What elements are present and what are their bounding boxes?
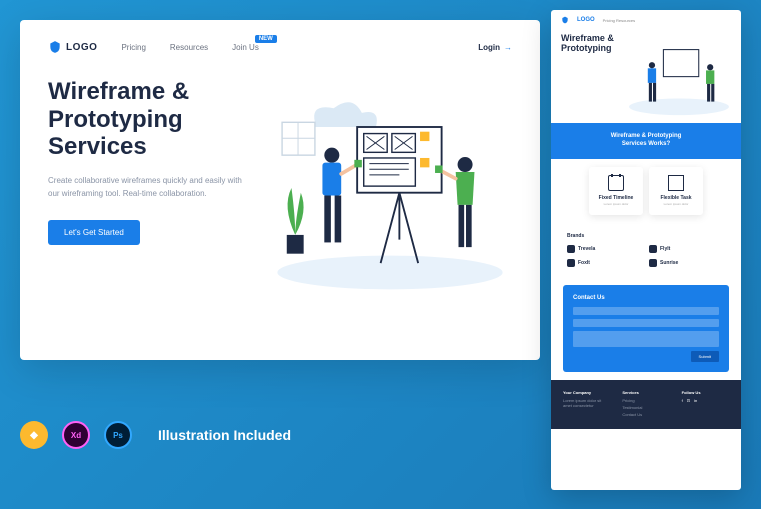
pv-card-title: Flexible Task <box>657 195 695 201</box>
nav-resources[interactable]: Resources <box>170 43 208 52</box>
login-label: Login <box>478 43 500 52</box>
pv-header: LOGO Pricing Resources <box>551 10 741 30</box>
pv-brands: Brands Trevela FlyIt FoxIt Sunrise <box>551 223 741 277</box>
layers-icon <box>668 175 684 191</box>
sketch-icon: ◆ <box>20 421 48 449</box>
instagram-icon[interactable]: ⊡ <box>687 398 690 403</box>
pv-brand-item: FlyIt <box>649 245 725 253</box>
pv-card-flexible: Flexible Task Lorem ipsum dolor <box>649 167 703 215</box>
nav-pricing[interactable]: Pricing <box>121 43 145 52</box>
logo[interactable]: LOGO <box>48 40 97 54</box>
pv-brands-title: Brands <box>567 233 725 239</box>
pv-contact-form: Contact Us Submit <box>563 285 729 372</box>
hero-description: Create collaborative wireframes quickly … <box>48 175 248 201</box>
main-preview-card: LOGO Pricing Resources Join Us NEW Login… <box>20 20 540 360</box>
illustration-included-label: Illustration Included <box>158 427 291 443</box>
pv-footer-services: Services Pricing Testimonial Contact Us <box>622 390 669 419</box>
pv-hero-title: Wireframe & Prototyping <box>561 34 621 54</box>
pv-hero-illustration <box>627 34 731 119</box>
full-page-preview: LOGO Pricing Resources Wireframe & Proto… <box>551 10 741 490</box>
navbar: LOGO Pricing Resources Join Us NEW Login… <box>48 40 512 54</box>
new-badge: NEW <box>255 35 277 43</box>
pv-nav: Pricing Resources <box>603 18 635 23</box>
brand-icon <box>649 245 657 253</box>
pv-footer-follow: Follow Us f ⊡ in <box>682 390 729 419</box>
pv-card-title: Fixed Timeline <box>597 195 635 201</box>
xd-icon: Xd <box>62 421 90 449</box>
pv-brand-item: FoxIt <box>567 259 643 267</box>
ps-icon: Ps <box>104 421 132 449</box>
tools-bar: ◆ Xd Ps Illustration Included <box>20 421 291 449</box>
pv-input-email[interactable] <box>573 319 719 327</box>
brand-icon <box>567 259 575 267</box>
hero-section: Wireframe & Prototyping Services Create … <box>48 78 512 298</box>
nav-join[interactable]: Join Us NEW <box>232 43 259 52</box>
pv-footer: Your Company Lorem ipsum dolor sit amet … <box>551 380 741 429</box>
hero-text: Wireframe & Prototyping Services Create … <box>48 78 248 298</box>
login-link[interactable]: Login → <box>478 43 512 52</box>
logo-icon <box>48 40 62 54</box>
pv-feature-cards: Fixed Timeline Lorem ipsum dolor Flexibl… <box>551 159 741 223</box>
pv-card-desc: Lorem ipsum dolor <box>657 203 695 207</box>
pv-input-message[interactable] <box>573 331 719 347</box>
pv-section-title-l1: Wireframe & Prototyping <box>561 133 731 139</box>
pv-brand-item: Trevela <box>567 245 643 253</box>
pv-footer-company: Your Company Lorem ipsum dolor sit amet … <box>563 390 610 419</box>
facebook-icon[interactable]: f <box>682 398 683 403</box>
arrow-right-icon: → <box>504 43 512 52</box>
pv-hero: Wireframe & Prototyping <box>551 30 741 123</box>
pv-how-works: Wireframe & Prototyping Services Works? <box>551 123 741 159</box>
hero-title: Wireframe & Prototyping Services <box>48 78 248 161</box>
pv-submit-button[interactable]: Submit <box>691 351 719 362</box>
nav-join-label: Join Us <box>232 43 259 52</box>
pv-contact-title: Contact Us <box>573 295 719 301</box>
cta-button[interactable]: Let's Get Started <box>48 220 140 245</box>
pv-logo-icon <box>561 16 569 24</box>
pv-logo-text: LOGO <box>577 17 595 23</box>
brand-icon <box>567 245 575 253</box>
pv-card-timeline: Fixed Timeline Lorem ipsum dolor <box>589 167 643 215</box>
hero-illustration <box>268 78 512 298</box>
linkedin-icon[interactable]: in <box>694 398 697 403</box>
pv-brand-item: Sunrise <box>649 259 725 267</box>
brand-icon <box>649 259 657 267</box>
pv-input-name[interactable] <box>573 307 719 315</box>
logo-text: LOGO <box>66 42 97 53</box>
pv-card-desc: Lorem ipsum dolor <box>597 203 635 207</box>
calendar-icon <box>608 175 624 191</box>
pv-section-title-l2: Services Works? <box>561 141 731 147</box>
